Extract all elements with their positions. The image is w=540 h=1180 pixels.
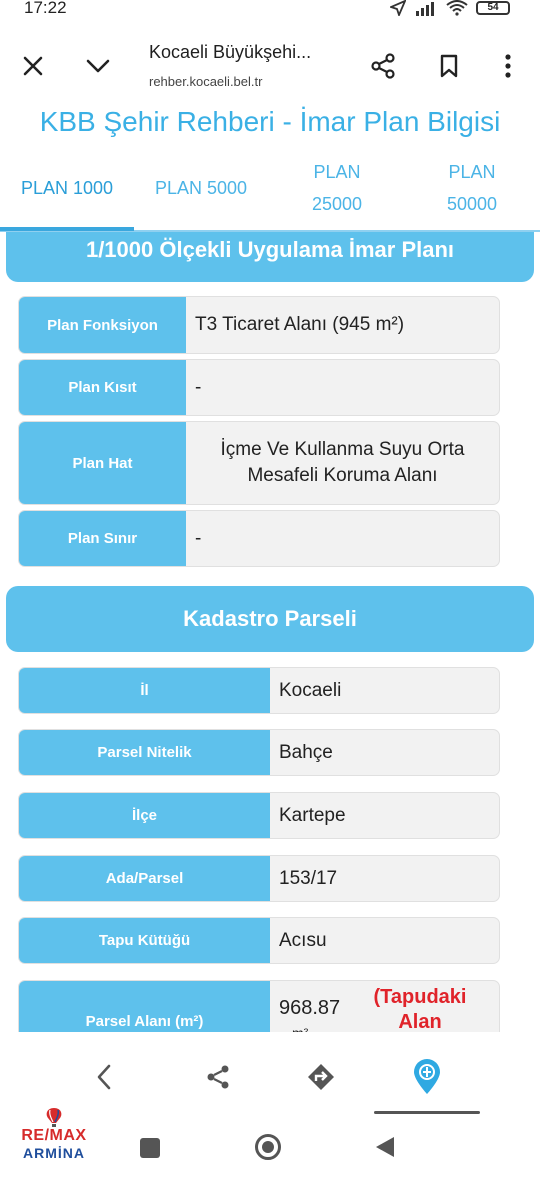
chevron-down-icon xyxy=(86,59,110,73)
page-title: KBB Şehir Rehberi - İmar Plan Bilgisi xyxy=(39,106,501,137)
tab-plan-1000[interactable]: PLAN 1000 xyxy=(0,172,134,204)
active-tab-indicator xyxy=(0,227,134,231)
location-arrow-icon xyxy=(390,0,406,16)
tab-label: PLAN 5000 xyxy=(154,178,248,198)
row-value: 153/17 xyxy=(279,867,338,889)
tab-plan-25000[interactable]: PLAN 25000 xyxy=(270,156,404,220)
recents-button[interactable] xyxy=(140,1138,160,1158)
tab-plan-50000[interactable]: PLAN 50000 xyxy=(405,156,539,220)
row-value: Kartepe xyxy=(279,804,346,826)
plan-section-header: 1/1000 Ölçekli Uygulama İmar Planı xyxy=(6,232,534,282)
more-vert-icon xyxy=(505,54,511,78)
plan-row-fonksiyon: Plan Fonksiyon T3 Ticaret Alanı (945 m²) xyxy=(18,296,500,354)
kadastro-row-tapu: Tapu Kütüğü Acısu xyxy=(18,917,500,964)
area-note: (Tapudaki Alan xyxy=(360,985,480,1035)
remax-office: ARMİNA xyxy=(23,1145,85,1161)
share-icon xyxy=(207,1065,229,1089)
row-value: Bahçe xyxy=(279,741,333,763)
tab-label-sub: 25000 xyxy=(311,194,363,214)
balloon-logo-icon xyxy=(46,1108,62,1127)
area-note-line1: (Tapudaki xyxy=(373,986,467,1008)
kadastro-row-ilce: İlçe Kartepe xyxy=(18,792,500,839)
tab-label-sub: 50000 xyxy=(446,194,498,214)
battery-indicator: 54 xyxy=(476,1,510,15)
row-value: - xyxy=(195,376,202,398)
location-pin-icon xyxy=(414,1059,440,1094)
row-label: Tapu Kütüğü xyxy=(19,918,270,963)
row-value: Acısu xyxy=(279,929,327,951)
share-button[interactable] xyxy=(363,46,403,86)
row-label: Plan Fonksiyon xyxy=(19,297,186,353)
wifi-icon xyxy=(446,0,468,16)
chevron-left-icon xyxy=(97,1064,111,1090)
row-label: Plan Hat xyxy=(19,422,186,504)
row-label: Plan Kısıt xyxy=(19,360,186,415)
row-label: İlçe xyxy=(19,793,270,838)
status-bar: 17:22 54 xyxy=(0,0,540,18)
triangle-back-icon xyxy=(376,1137,394,1157)
site-url[interactable]: rehber.kocaeli.bel.tr xyxy=(149,74,262,89)
collapse-button[interactable] xyxy=(78,46,118,86)
row-label: Plan Sınır xyxy=(19,511,186,566)
close-button[interactable] xyxy=(13,46,53,86)
area-value: 968.87 xyxy=(279,997,341,1019)
remax-brand: RE/MAX xyxy=(21,1127,87,1144)
share-page-button[interactable] xyxy=(196,1055,240,1099)
home-dot xyxy=(262,1141,274,1153)
tab-label: PLAN xyxy=(448,162,496,182)
kadastro-row-ada-parsel: Ada/Parsel 153/17 xyxy=(18,855,500,902)
row-label: Parsel Nitelik xyxy=(19,730,270,775)
browser-bottom-nav xyxy=(0,1045,540,1105)
browser-header: Kocaeli Büyükşehi... rehber.kocaeli.bel.… xyxy=(0,18,540,102)
back-button[interactable] xyxy=(82,1055,126,1099)
bookmark-icon xyxy=(440,54,458,78)
site-title: Kocaeli Büyükşehi... xyxy=(149,42,312,62)
row-value: T3 Ticaret Alanı (945 m²) xyxy=(195,314,405,335)
kadastro-row-il: İl Kocaeli xyxy=(18,667,500,714)
status-icons: 54 xyxy=(390,0,510,16)
plan-row-sinir: Plan Sınır - xyxy=(18,510,500,567)
row-value: Kocaeli xyxy=(279,679,342,701)
directions-icon xyxy=(308,1064,334,1090)
directions-button[interactable] xyxy=(299,1055,343,1099)
tab-label: PLAN xyxy=(313,162,361,182)
row-label: İl xyxy=(19,668,270,713)
more-menu-button[interactable] xyxy=(488,46,528,86)
plan-row-kisit: Plan Kısıt - xyxy=(18,359,500,416)
home-button[interactable] xyxy=(255,1134,281,1160)
plan-row-hat: Plan Hat İçme Ve Kullanma Suyu Orta Mesa… xyxy=(18,421,500,505)
signal-icon xyxy=(416,2,434,16)
page: 17:22 54 Kocaeli Büyükşehi... rehber.koc… xyxy=(0,0,540,1180)
status-time: 17:22 xyxy=(24,0,67,17)
bookmark-button[interactable] xyxy=(429,46,469,86)
remax-watermark: RE/MAX ARMİNA xyxy=(14,1107,94,1169)
kadastro-section-header: Kadastro Parseli xyxy=(6,586,534,652)
active-nav-indicator xyxy=(374,1111,480,1114)
share-icon xyxy=(371,53,395,79)
row-label: Ada/Parsel xyxy=(19,856,270,901)
row-value: İçme Ve Kullanma Suyu Orta Mesafeli Koru… xyxy=(220,439,465,486)
tab-plan-5000[interactable]: PLAN 5000 xyxy=(134,172,268,204)
row-value: - xyxy=(195,527,202,549)
system-back-button[interactable] xyxy=(375,1136,395,1163)
close-icon xyxy=(23,56,43,76)
tab-label: PLAN 1000 xyxy=(20,178,114,198)
location-button[interactable] xyxy=(405,1055,449,1099)
kadastro-row-nitelik: Parsel Nitelik Bahçe xyxy=(18,729,500,776)
